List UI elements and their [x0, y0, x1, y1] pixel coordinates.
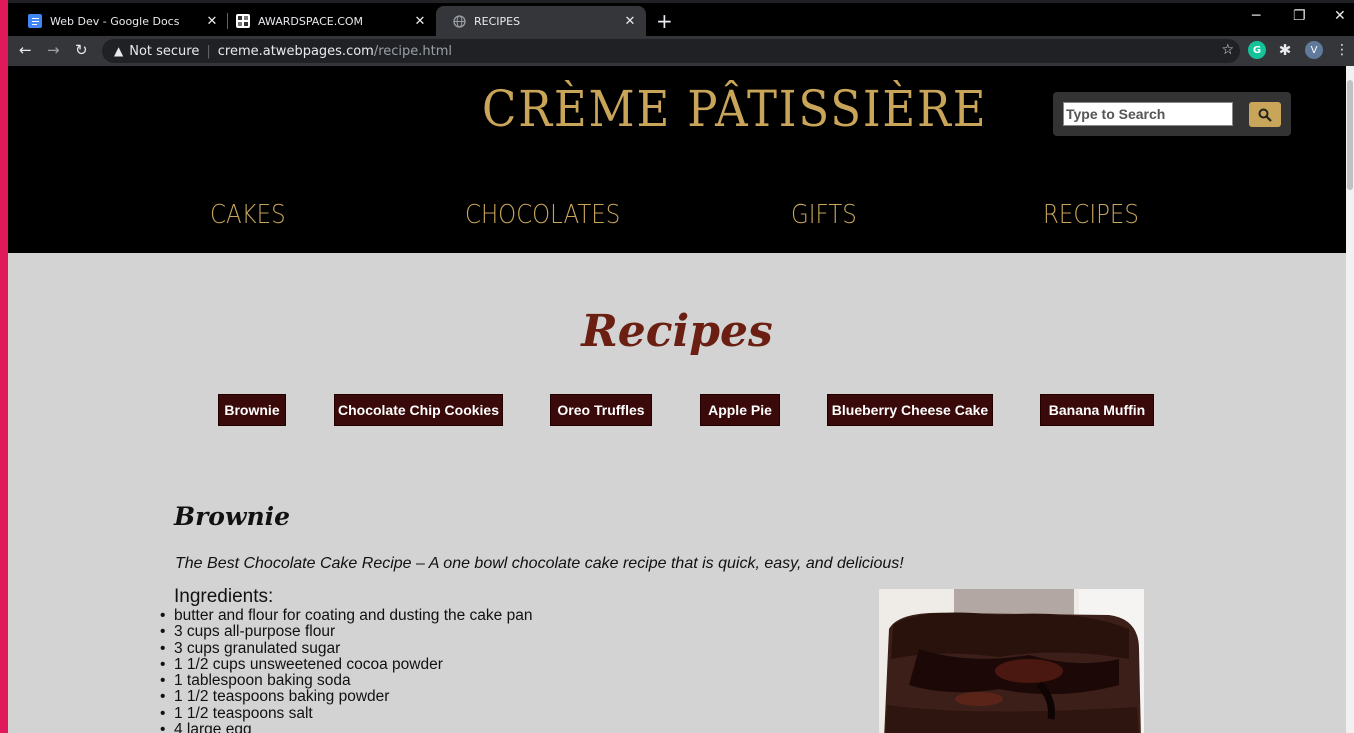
- url-host: creme.atwebpages.com: [217, 43, 374, 59]
- close-window-button[interactable]: ✕: [1334, 8, 1346, 24]
- web-page: CRÈME PÂTISSIÈRE CAKES CHOCOLATES GIFTS …: [8, 66, 1346, 733]
- recipe-button-oreo-truffles[interactable]: Oreo Truffles: [550, 394, 652, 426]
- ingredient-item: butter and flour for coating and dusting…: [160, 607, 532, 624]
- divider: |: [206, 43, 211, 59]
- recipe-button-apple-pie[interactable]: Apple Pie: [700, 394, 780, 426]
- page-heading: Recipes: [581, 306, 773, 357]
- tab-title: RECIPES: [474, 14, 521, 28]
- bookmark-star-icon[interactable]: ☆: [1221, 42, 1234, 58]
- restore-button[interactable]: ❐: [1293, 8, 1306, 24]
- recipe-title: Brownie: [174, 502, 291, 531]
- ingredient-item: 1 1/2 teaspoons salt: [160, 705, 532, 722]
- search-box: [1053, 92, 1291, 136]
- nav-chocolates[interactable]: CHOCOLATES: [465, 200, 620, 230]
- page-scrollbar[interactable]: [1346, 66, 1354, 733]
- profile-avatar[interactable]: V: [1305, 41, 1323, 59]
- search-input[interactable]: [1063, 102, 1233, 126]
- awardspace-icon: [236, 14, 250, 28]
- ingredient-item: 1 tablespoon baking soda: [160, 672, 532, 689]
- security-label[interactable]: Not secure: [129, 44, 199, 59]
- new-tab-button[interactable]: +: [656, 9, 673, 33]
- search-button[interactable]: [1249, 102, 1281, 127]
- recipe-description: The Best Chocolate Cake Recipe – A one b…: [175, 555, 904, 572]
- recipe-button-blueberry-cheese-cake[interactable]: Blueberry Cheese Cake: [827, 394, 993, 426]
- tab-recipes[interactable]: RECIPES ✕: [436, 6, 646, 36]
- google-docs-icon: [28, 14, 42, 28]
- tab-strip: Web Dev - Google Docs ✕ AWARDSPACE.COM ✕…: [8, 3, 1354, 36]
- scrollbar-thumb[interactable]: [1347, 80, 1353, 190]
- close-tab-icon[interactable]: ✕: [412, 14, 428, 29]
- tab-title: Web Dev - Google Docs: [50, 14, 180, 28]
- nav-cakes[interactable]: CAKES: [210, 200, 286, 230]
- ingredient-item: 4 large egg: [160, 721, 532, 733]
- ingredient-item: 3 cups granulated sugar: [160, 640, 532, 657]
- globe-icon: [452, 14, 466, 28]
- url-path: /recipe.html: [373, 43, 453, 59]
- close-tab-icon[interactable]: ✕: [622, 14, 638, 29]
- ingredient-item: 1 1/2 cups unsweetened cocoa powder: [160, 656, 532, 673]
- minimize-button[interactable]: ─: [1252, 8, 1260, 24]
- back-button[interactable]: ←: [19, 41, 32, 59]
- recipe-button-brownie[interactable]: Brownie: [218, 394, 286, 426]
- ingredient-item: 3 cups all-purpose flour: [160, 623, 532, 640]
- site-header: CRÈME PÂTISSIÈRE CAKES CHOCOLATES GIFTS …: [8, 66, 1346, 253]
- search-icon: [1258, 108, 1272, 122]
- nav-recipes[interactable]: RECIPES: [1043, 200, 1139, 230]
- tab-title: AWARDSPACE.COM: [258, 14, 364, 28]
- ingredients-heading: Ingredients:: [174, 586, 274, 607]
- ingredient-item: 1 1/2 teaspoons baking powder: [160, 689, 532, 706]
- warning-icon[interactable]: ▲: [114, 44, 123, 58]
- reload-button[interactable]: ↻: [75, 41, 88, 59]
- ingredients-list: butter and flour for coating and dusting…: [160, 607, 532, 733]
- forward-button[interactable]: →: [47, 41, 60, 59]
- tab-awardspace[interactable]: AWARDSPACE.COM ✕: [220, 6, 436, 36]
- recipe-button-chocolate-chip-cookies[interactable]: Chocolate Chip Cookies: [334, 394, 503, 426]
- address-toolbar: ← → ↻ ▲ Not secure | creme.atwebpages.co…: [8, 36, 1354, 66]
- close-tab-icon[interactable]: ✕: [204, 14, 220, 29]
- tab-google-docs[interactable]: Web Dev - Google Docs ✕: [12, 6, 228, 36]
- browser-window: Web Dev - Google Docs ✕ AWARDSPACE.COM ✕…: [8, 0, 1354, 733]
- extensions-puzzle-icon[interactable]: ✱: [1276, 41, 1294, 59]
- nav-gifts[interactable]: GIFTS: [791, 200, 857, 230]
- recipe-button-banana-muffin[interactable]: Banana Muffin: [1040, 394, 1154, 426]
- site-logo[interactable]: CRÈME PÂTISSIÈRE: [482, 80, 987, 138]
- menu-kebab-icon[interactable]: ⋮: [1333, 41, 1351, 59]
- brownie-photo: [879, 589, 1144, 733]
- grammarly-icon[interactable]: G: [1248, 41, 1266, 59]
- address-bar[interactable]: ▲ Not secure | creme.atwebpages.com /rec…: [102, 39, 1240, 63]
